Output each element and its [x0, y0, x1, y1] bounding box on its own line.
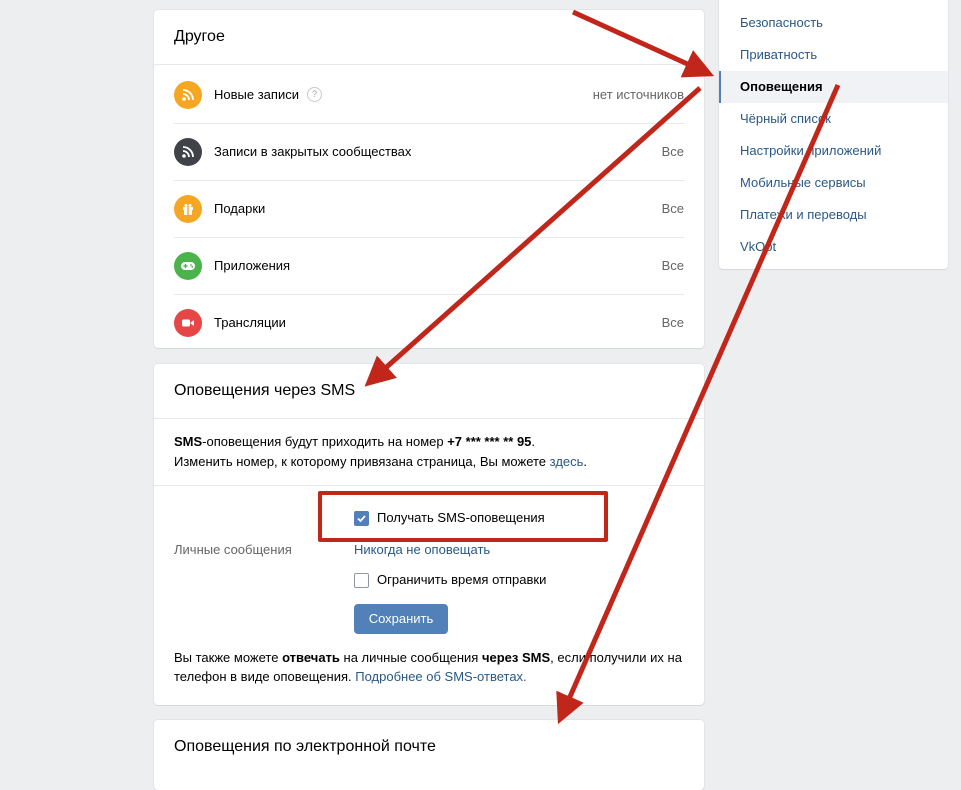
checkbox-unchecked-icon[interactable]	[354, 573, 369, 589]
footer-bold: отвечать	[282, 650, 340, 665]
row-label: Подарки	[214, 201, 266, 216]
row-value-link[interactable]: Все	[662, 315, 684, 330]
limit-time-label: Ограничить время отправки	[377, 572, 547, 587]
footer-text: Вы также можете	[174, 650, 283, 665]
phone-number: +7 *** *** ** 95	[447, 434, 532, 449]
footer-text: на личные сообщения	[339, 650, 482, 665]
rss-icon	[174, 137, 202, 166]
sms-footer-text: Вы также можете отвечать на личные сообщ…	[174, 648, 684, 686]
personal-messages-label: Личные сообщения	[174, 542, 292, 557]
change-number-link[interactable]: здесь	[550, 454, 584, 469]
menu-item-security[interactable]: Безопасность	[719, 7, 948, 39]
sms-info-plain: -оповещения будут приходить на номер	[202, 434, 448, 449]
row-label: Новые записи	[214, 87, 299, 102]
menu-item-notifications[interactable]: Оповещения	[719, 71, 948, 103]
change-number-text: Изменить номер, к которому привязана стр…	[174, 454, 550, 469]
menu-item-app-settings[interactable]: Настройки приложений	[719, 135, 948, 167]
divider	[154, 485, 704, 486]
row-label: Трансляции	[214, 315, 286, 330]
menu-item-blacklist[interactable]: Чёрный список	[719, 103, 948, 135]
row-label: Приложения	[214, 258, 291, 273]
row-gifts[interactable]: Подарки Все	[174, 180, 684, 238]
email-card: Оповещения по электронной почте	[154, 720, 704, 790]
menu-item-privacy[interactable]: Приватность	[719, 39, 948, 71]
other-card-title: Другое	[154, 10, 704, 65]
gamepad-icon	[174, 251, 202, 280]
sms-info-text: SMS-оповещения будут приходить на номер …	[174, 432, 684, 472]
row-label: Записи в закрытых сообществах	[214, 144, 412, 159]
limit-time-checkbox[interactable]: Ограничить время отправки	[354, 572, 547, 589]
email-card-title: Оповещения по электронной почте	[174, 738, 436, 755]
row-value-link[interactable]: Все	[662, 201, 684, 216]
rss-icon	[174, 80, 202, 109]
sms-card-title: Оповещения через SMS	[154, 364, 704, 419]
sms-info-bold: SMS	[174, 434, 203, 449]
help-icon[interactable]: ?	[306, 87, 322, 102]
settings-menu: Безопасность Приватность Оповещения Чёрн…	[719, 0, 948, 269]
personal-messages-select[interactable]: Никогда не оповещать	[354, 542, 490, 557]
menu-item-payments[interactable]: Платежи и переводы	[719, 199, 948, 231]
menu-item-mobile-services[interactable]: Мобильные сервисы	[719, 167, 948, 199]
row-closed-communities[interactable]: Записи в закрытых сообществах Все	[174, 123, 684, 181]
other-card: Другое Новые записи ? нет источников Зап…	[154, 10, 704, 348]
sms-info-end: .	[531, 434, 536, 449]
row-apps[interactable]: Приложения Все	[174, 237, 684, 295]
sms-replies-link[interactable]: Подробнее об SMS-ответах.	[355, 669, 526, 684]
change-number-end: .	[583, 454, 588, 469]
row-value-link[interactable]: нет источников	[593, 87, 684, 102]
row-broadcasts[interactable]: Трансляции Все	[174, 294, 684, 351]
annotation-highlight-box	[318, 491, 608, 542]
row-value-link[interactable]: Все	[662, 144, 684, 159]
row-value-link[interactable]: Все	[662, 258, 684, 273]
row-new-posts[interactable]: Новые записи ? нет источников	[174, 66, 684, 124]
menu-item-vkopt[interactable]: VkOpt	[719, 231, 948, 263]
camera-icon	[174, 308, 202, 337]
save-button[interactable]: Сохранить	[354, 604, 448, 634]
footer-bold: через SMS	[481, 650, 551, 665]
gift-icon	[174, 194, 202, 223]
